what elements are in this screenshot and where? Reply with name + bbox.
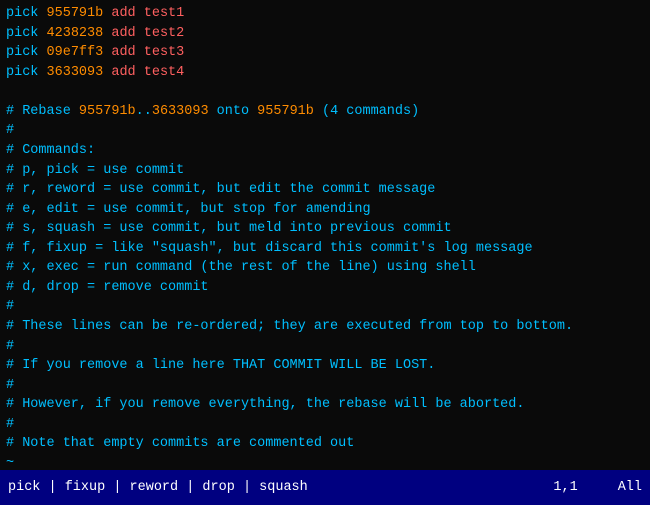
line-14: # x, exec = run command (the rest of the… (6, 258, 644, 278)
line-8: # Commands: (6, 141, 644, 161)
scroll-position: All (618, 478, 642, 498)
statusbar: pick | fixup | reword | drop | squash 1,… (0, 470, 650, 505)
line-6: # Rebase 955791b..3633093 onto 955791b (… (6, 102, 644, 122)
line-7: # (6, 121, 644, 141)
line-5 (6, 82, 644, 102)
editor: pick 955791b add test1 pick 4238238 add … (0, 0, 650, 470)
line-13: # f, fixup = like "squash", but discard … (6, 239, 644, 259)
line-16: # (6, 297, 644, 317)
line-3: pick 09e7ff3 add test3 (6, 43, 644, 63)
line-15: # d, drop = remove commit (6, 278, 644, 298)
line-2: pick 4238238 add test2 (6, 24, 644, 44)
line-17: # These lines can be re-ordered; they ar… (6, 317, 644, 337)
line-4: pick 3633093 add test4 (6, 63, 644, 83)
line-1: pick 955791b add test1 (6, 4, 644, 24)
command-list: pick | fixup | reword | drop | squash (8, 480, 308, 495)
line-21: # However, if you remove everything, the… (6, 395, 644, 415)
line-11: # e, edit = use commit, but stop for ame… (6, 200, 644, 220)
statusbar-commands: pick | fixup | reword | drop | squash (8, 478, 553, 498)
line-23: # Note that empty commits are commented … (6, 434, 644, 454)
line-12: # s, squash = use commit, but meld into … (6, 219, 644, 239)
statusbar-position: 1,1 All (553, 478, 642, 498)
line-9: # p, pick = use commit (6, 161, 644, 181)
line-20: # (6, 376, 644, 396)
cursor-position: 1,1 (553, 478, 577, 498)
line-22: # (6, 415, 644, 435)
line-19: # If you remove a line here THAT COMMIT … (6, 356, 644, 376)
line-24: ~ (6, 454, 644, 470)
line-18: # (6, 337, 644, 357)
line-10: # r, reword = use commit, but edit the c… (6, 180, 644, 200)
